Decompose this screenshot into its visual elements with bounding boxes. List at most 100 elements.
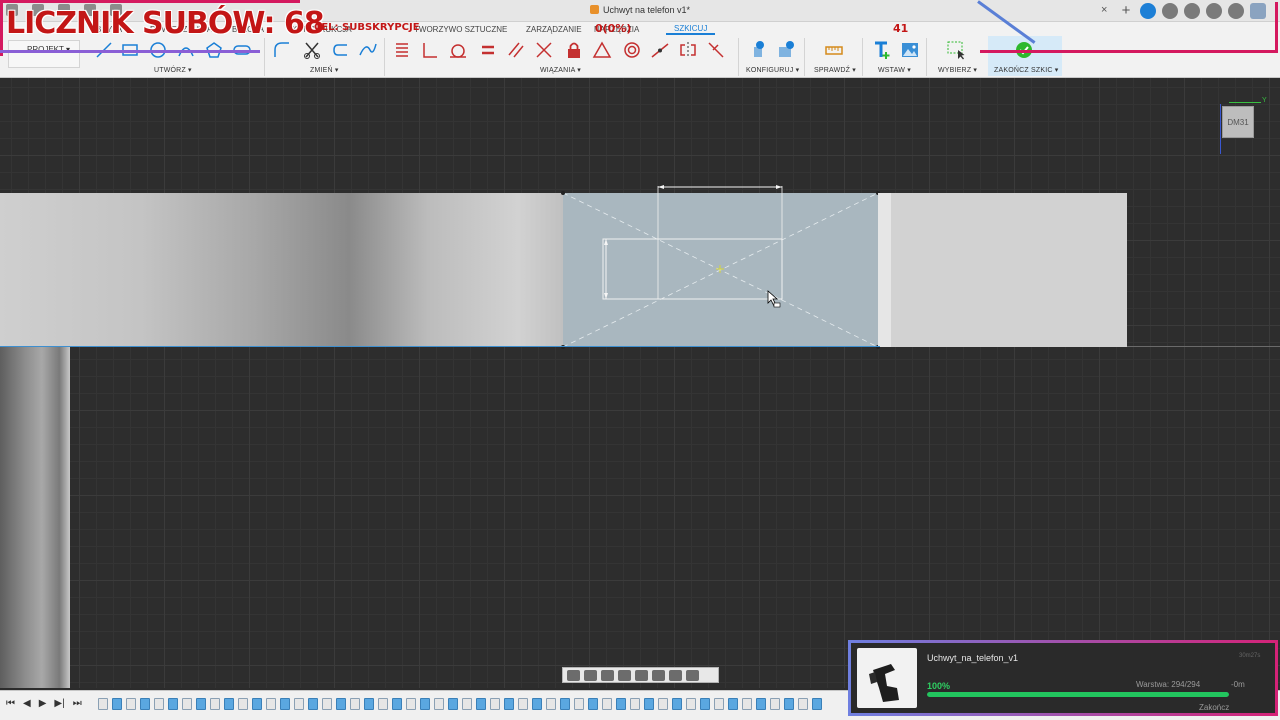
- timeline-feature-icon[interactable]: [476, 698, 486, 710]
- timeline-feature-icon[interactable]: [812, 698, 822, 710]
- timeline-feature-icon[interactable]: [658, 698, 668, 710]
- timeline-feature-icon[interactable]: [770, 698, 780, 710]
- group-inspect-label[interactable]: SPRAWDŹ ▾: [814, 66, 856, 74]
- parallel-constraint-icon[interactable]: [506, 40, 526, 60]
- view-cube[interactable]: DM31: [1222, 106, 1254, 138]
- timeline-first-button[interactable]: ⏮: [6, 698, 15, 709]
- perpendicular-constraint-icon[interactable]: [420, 40, 440, 60]
- timeline-feature-icon[interactable]: [182, 698, 192, 710]
- group-configure-label[interactable]: KONFIGURUJ ▾: [746, 66, 799, 74]
- timeline-feature-icon[interactable]: [532, 698, 542, 710]
- timeline-next-button[interactable]: ▶|: [54, 698, 64, 709]
- dimension-horizontal[interactable]: [658, 185, 782, 189]
- group-finish-label[interactable]: ZAKOŃCZ SZKIC ▾: [994, 66, 1058, 74]
- timeline-feature-icon[interactable]: [672, 698, 682, 710]
- timeline-feature-icon[interactable]: [616, 698, 626, 710]
- offset-tool-icon[interactable]: [330, 40, 350, 60]
- lock-constraint-icon[interactable]: [564, 40, 584, 60]
- curvature-constraint-icon[interactable]: [706, 40, 726, 60]
- model-edge[interactable]: [1127, 346, 1280, 347]
- grid-settings-icon[interactable]: [669, 669, 682, 681]
- group-constraints-label[interactable]: WIĄZANIA ▾: [540, 66, 581, 74]
- sketch-rectangle[interactable]: [602, 186, 783, 300]
- timeline-feature-icon[interactable]: [784, 698, 794, 710]
- configurations-icon[interactable]: [776, 40, 796, 60]
- dimension-vertical[interactable]: [604, 239, 608, 299]
- timeline-feature-icon[interactable]: [518, 698, 528, 710]
- model-body-left[interactable]: [0, 193, 563, 347]
- measure-icon[interactable]: [824, 40, 844, 60]
- timeline-feature-icon[interactable]: [560, 698, 570, 710]
- timeline-feature-icon[interactable]: [448, 698, 458, 710]
- insert-text-icon[interactable]: [872, 40, 892, 60]
- timeline-feature-icon[interactable]: [252, 698, 262, 710]
- timeline-feature-icon[interactable]: [434, 698, 444, 710]
- timeline-feature-icon[interactable]: [588, 698, 598, 710]
- equal-constraint-icon[interactable]: [478, 40, 498, 60]
- timeline-play-button[interactable]: ▶: [39, 698, 47, 709]
- timeline-feature-icon[interactable]: [630, 698, 640, 710]
- timeline-feature-icon[interactable]: [224, 698, 234, 710]
- tangent-constraint-icon[interactable]: [448, 40, 468, 60]
- model-body-vertical[interactable]: [0, 347, 70, 688]
- timeline-feature-icon[interactable]: [140, 698, 150, 710]
- timeline-feature-icon[interactable]: [644, 698, 654, 710]
- timeline-feature-icon[interactable]: [392, 698, 402, 710]
- timeline-feature-icon[interactable]: [798, 698, 808, 710]
- orbit-icon[interactable]: [567, 669, 580, 681]
- display-settings-icon[interactable]: [652, 669, 665, 681]
- timeline-feature-icon[interactable]: [420, 698, 430, 710]
- timeline-feature-icon[interactable]: [210, 698, 220, 710]
- model-body-right[interactable]: [891, 193, 1127, 347]
- timeline-feature-icon[interactable]: [98, 698, 108, 710]
- triangle-constraint-icon[interactable]: [592, 40, 612, 60]
- timeline-feature-icon[interactable]: [364, 698, 374, 710]
- look-at-icon[interactable]: [584, 669, 597, 681]
- timeline-feature-icon[interactable]: [266, 698, 276, 710]
- pan-icon[interactable]: [601, 669, 614, 681]
- trim-tool-icon[interactable]: [302, 40, 322, 60]
- timeline-prev-button[interactable]: ◀: [23, 698, 31, 709]
- timeline-feature-icon[interactable]: [308, 698, 318, 710]
- timeline-feature-icon[interactable]: [154, 698, 164, 710]
- timeline-feature-icon[interactable]: [322, 698, 332, 710]
- timeline-feature-icon[interactable]: [238, 698, 248, 710]
- timeline-feature-icon[interactable]: [504, 698, 514, 710]
- group-insert-label[interactable]: WSTAW ▾: [878, 66, 911, 74]
- fix-constraint-icon[interactable]: [392, 40, 412, 60]
- coincident-constraint-icon[interactable]: [534, 40, 554, 60]
- timeline-feature-icon[interactable]: [700, 698, 710, 710]
- timeline-feature-icon[interactable]: [728, 698, 738, 710]
- timeline-feature-icon[interactable]: [602, 698, 612, 710]
- model-body-edge[interactable]: [878, 193, 891, 347]
- timeline-feature-icon[interactable]: [686, 698, 696, 710]
- timeline-feature-icon[interactable]: [462, 698, 472, 710]
- timeline-feature-icon[interactable]: [714, 698, 724, 710]
- timeline-feature-icon[interactable]: [490, 698, 500, 710]
- zoom-icon[interactable]: [618, 669, 631, 681]
- selected-edge[interactable]: [0, 346, 880, 347]
- timeline-feature-icon[interactable]: [126, 698, 136, 710]
- timeline-last-button[interactable]: ⏭: [73, 698, 82, 709]
- group-select-label[interactable]: WYBIERZ ▾: [938, 66, 977, 74]
- timeline-feature-icon[interactable]: [196, 698, 206, 710]
- insert-image-icon[interactable]: [900, 40, 920, 60]
- timeline-feature-icon[interactable]: [574, 698, 584, 710]
- timeline-feature-icon[interactable]: [546, 698, 556, 710]
- viewports-icon[interactable]: [686, 669, 699, 681]
- timeline-feature-icon[interactable]: [756, 698, 766, 710]
- timeline-feature-icon[interactable]: [112, 698, 122, 710]
- timeline-feature-icon[interactable]: [168, 698, 178, 710]
- midpoint-constraint-icon[interactable]: [650, 40, 670, 60]
- symmetry-constraint-icon[interactable]: [678, 40, 698, 60]
- timeline-feature-icon[interactable]: [378, 698, 388, 710]
- timeline-feature-icon[interactable]: [294, 698, 304, 710]
- timeline-feature-icon[interactable]: [280, 698, 290, 710]
- canvas-viewport[interactable]: Y DM31: [0, 78, 1280, 688]
- timeline-feature-icon[interactable]: [350, 698, 360, 710]
- fit-icon[interactable]: [635, 669, 648, 681]
- timeline-feature-icon[interactable]: [336, 698, 346, 710]
- concentric-constraint-icon[interactable]: [622, 40, 642, 60]
- timeline-feature-icon[interactable]: [406, 698, 416, 710]
- group-create-label[interactable]: UTWÓRZ ▾: [154, 66, 192, 74]
